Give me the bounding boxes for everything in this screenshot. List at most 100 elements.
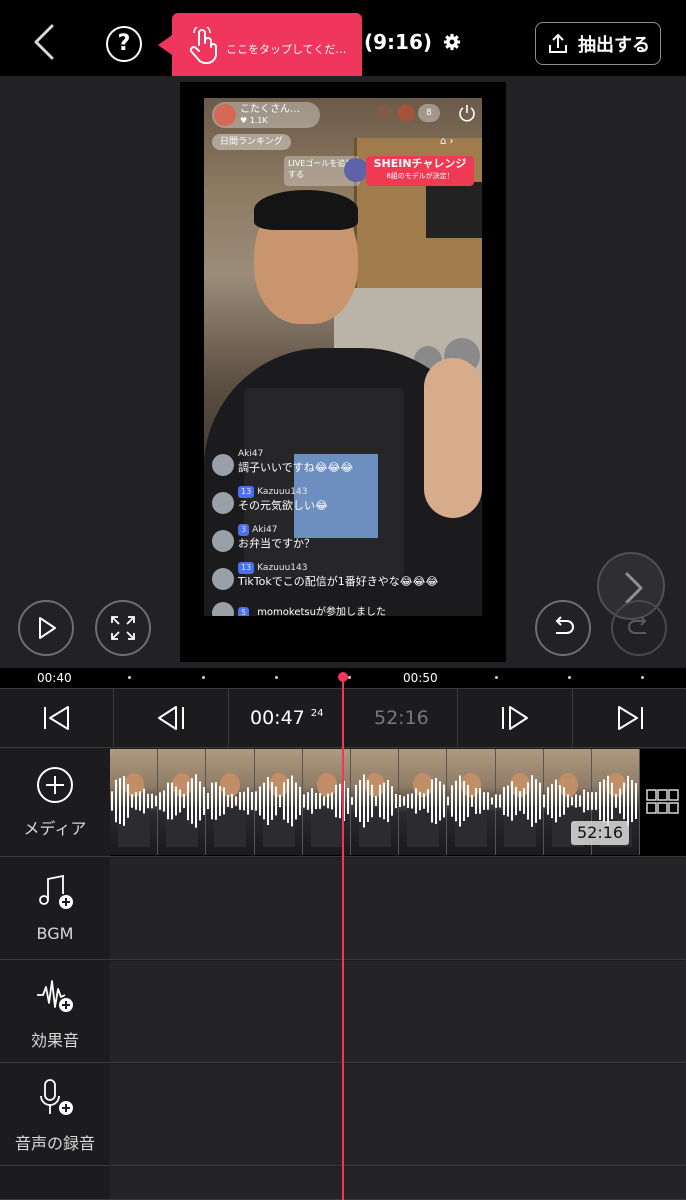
prev-frame-button[interactable] (114, 689, 229, 747)
streamer-badge: こたくさん… ♥ 1.1K (212, 102, 320, 128)
video-canvas[interactable]: こたくさん… ♥ 1.1K 8 日間ランキング ⌂ › LIVEゴールを追加する… (180, 82, 506, 662)
power-icon (459, 105, 475, 122)
comment-avatar (212, 530, 234, 552)
tutorial-tooltip[interactable]: ここをタップしてくだ… (158, 13, 362, 83)
ruler-label: 00:50 (403, 671, 438, 685)
undo-icon (555, 616, 574, 634)
comment-level: 13 (238, 486, 255, 498)
comment-avatar (212, 454, 234, 476)
total-time: 52:16 (374, 707, 429, 729)
microphone-add-icon (40, 1079, 73, 1115)
bgm-label: BGM (36, 924, 74, 943)
help-button[interactable]: ? (106, 26, 142, 62)
ruler-dot (275, 676, 278, 679)
viewer-group: 8 (376, 104, 440, 122)
viewer-avatar (397, 104, 415, 122)
redo-icon (628, 616, 647, 634)
aspect-ratio-label: (9:16) (364, 30, 433, 54)
shein-subtitle: 8組のモデルが決定！ (386, 172, 454, 180)
jump-start-button[interactable] (0, 689, 114, 747)
join-notice: 5 momoketsuが参加しました (212, 600, 482, 616)
viewer-avatar (376, 104, 394, 122)
fullscreen-icon (111, 616, 135, 640)
comment-item: 3 Aki47 お弁当ですか？ (212, 524, 482, 562)
tap-hand-icon (189, 27, 217, 64)
play-button[interactable] (18, 600, 74, 656)
sound-wave-add-icon (37, 980, 73, 1012)
skip-start-icon (44, 706, 69, 730)
add-sfx-button[interactable]: 効果音 (0, 961, 110, 1062)
comment-message: お弁当ですか？ (238, 537, 315, 550)
comment-user: Aki47 (238, 449, 264, 459)
add-media-button[interactable]: メディア (0, 749, 110, 856)
audio-waveform (111, 774, 637, 828)
comment-level: 3 (238, 524, 250, 536)
comment-avatar (212, 492, 234, 514)
ruler-dot (128, 676, 131, 679)
step-back-icon (158, 706, 184, 730)
next-frame-button[interactable] (458, 689, 573, 747)
ranking-badge: 日間ランキング (212, 134, 291, 150)
music-note-add-icon (39, 874, 73, 909)
plus-circle-icon (37, 767, 73, 803)
video-preview: こたくさん… ♥ 1.1K 8 日間ランキング ⌂ › LIVEゴールを追加する… (204, 98, 482, 616)
back-icon[interactable] (28, 22, 62, 62)
ruler-dot (641, 676, 644, 679)
comment-user: Kazuuu143 (257, 487, 308, 497)
top-bar: ? ここをタップしてくだ… (9:16) 抽出する (0, 0, 686, 83)
current-time: 00:47 24 (250, 707, 324, 729)
wave-icon (212, 602, 234, 616)
media-label: メディア (23, 819, 87, 838)
upload-icon (549, 33, 567, 53)
skip-end-icon (618, 706, 643, 730)
add-bgm-button[interactable]: BGM (0, 858, 110, 959)
play-icon (39, 617, 56, 639)
bgm-lane[interactable] (110, 858, 686, 959)
ruler-dot (495, 676, 498, 679)
add-voice-button[interactable]: 音声の録音 (0, 1064, 110, 1165)
live-goal-banner: LIVEゴールを追加する (284, 156, 368, 186)
preview-stage: こたくさん… ♥ 1.1K 8 日間ランキング ⌂ › LIVEゴールを追加する… (0, 76, 686, 668)
ruler-label: 00:40 (37, 671, 72, 685)
voice-lane[interactable] (110, 1064, 686, 1165)
home-icon: ⌂ › (440, 136, 454, 147)
comment-item: 13 Kazuuu143 その元気欲しい😂 (212, 486, 482, 524)
comment-item: 13 Kazuuu143 TikTokでこの配信が1番好きやな😂😂😂 (212, 562, 482, 600)
scene-person-hair (254, 190, 358, 230)
ruler-dot (202, 676, 205, 679)
comment-item: Aki47 調子いいですね😂😂😂 (212, 448, 482, 486)
comment-feed: Aki47 調子いいですね😂😂😂 13 Kazuuu143 その元気欲しい😂 3A… (212, 448, 482, 616)
voice-label: 音声の録音 (14, 1134, 95, 1153)
join-message: momoketsuが参加しました (257, 607, 386, 616)
redo-button[interactable] (611, 600, 667, 656)
scene-range-hood (426, 182, 482, 238)
step-forward-icon (502, 706, 528, 730)
live-goal-icon (344, 158, 368, 182)
comment-message: 調子いいですね😂😂😂 (238, 461, 354, 474)
export-label: 抽出する (578, 34, 650, 56)
clip-duration: 52:16 (571, 821, 630, 845)
comment-avatar (212, 568, 234, 590)
fullscreen-button[interactable] (95, 600, 151, 656)
comment-user: Kazuuu143 (257, 563, 308, 573)
streamer-likes: ♥ 1.1K (240, 116, 268, 125)
current-frame: 24 (310, 708, 324, 719)
comment-message: その元気欲しい😂 (238, 499, 328, 512)
comment-message: TikTokでこの配信が1番好きやな😂😂😂 (238, 575, 439, 588)
jump-end-button[interactable] (573, 689, 686, 747)
viewer-count: 8 (418, 104, 440, 122)
shein-title: SHEINチャレンジ (373, 157, 467, 170)
comment-level: 13 (238, 562, 255, 574)
undo-button[interactable] (535, 600, 591, 656)
next-lane[interactable] (110, 1167, 686, 1199)
streamer-name: こたくさん… (240, 104, 300, 115)
sfx-label: 効果音 (30, 1031, 79, 1050)
export-button[interactable]: 抽出する (535, 22, 661, 65)
playhead[interactable] (338, 672, 348, 1200)
sfx-lane[interactable] (110, 961, 686, 1062)
comment-user: Aki47 (252, 525, 278, 535)
streamer-avatar (214, 104, 236, 126)
grid-icon[interactable] (646, 789, 680, 815)
aspect-ratio-selector[interactable]: (9:16) (364, 30, 461, 54)
current-time-value: 00:47 (250, 707, 305, 729)
